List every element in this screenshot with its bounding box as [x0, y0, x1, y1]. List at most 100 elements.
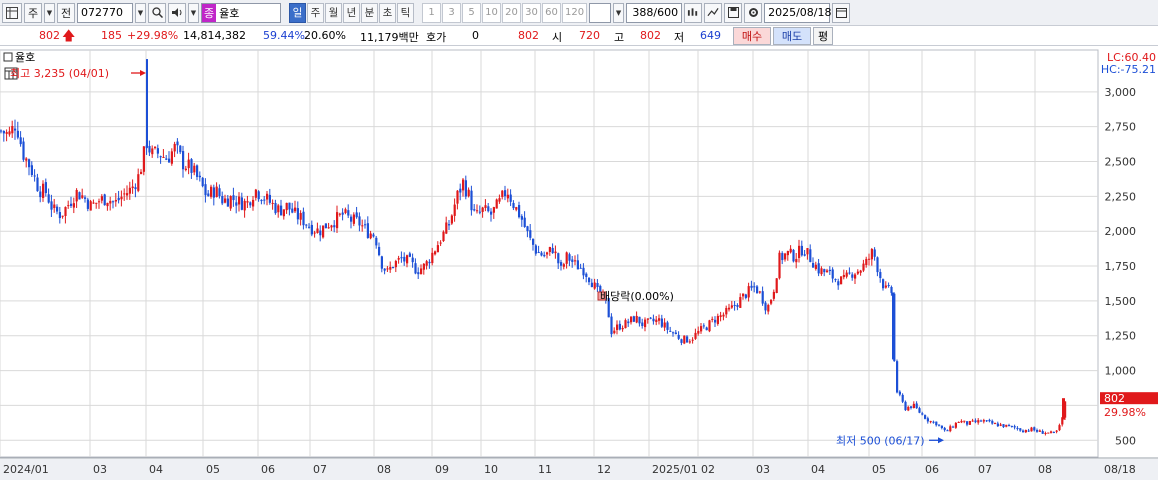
candle-body [464, 180, 467, 197]
candle-body [1036, 430, 1039, 432]
candle-body [215, 186, 218, 198]
candle-body [190, 159, 193, 173]
buy-button[interactable]: 매수 [733, 27, 771, 45]
interval-button[interactable]: 60 [542, 2, 561, 23]
candle-body [350, 216, 353, 222]
y-tick-label: 3,000 [1105, 86, 1137, 99]
candle-body [271, 202, 274, 204]
candle-body [554, 251, 557, 254]
candle-body [758, 291, 761, 293]
candle-body [338, 213, 341, 215]
interval-button[interactable]: 30 [522, 2, 541, 23]
save-icon[interactable] [724, 2, 743, 23]
candle-body [940, 425, 943, 428]
calendar-icon[interactable] [832, 2, 851, 23]
candle-body [173, 143, 176, 152]
candle-body [70, 203, 73, 206]
speaker-icon[interactable] [168, 2, 186, 23]
stock-code-input[interactable]: 072770 [77, 2, 133, 23]
candle-body [1002, 424, 1005, 428]
candle-body [764, 302, 767, 311]
candle-body [19, 137, 22, 145]
candle-body [884, 285, 887, 288]
candle-body [249, 202, 252, 206]
candle-body [476, 210, 479, 212]
candle-body [16, 130, 19, 138]
x-tick-label: 10 [484, 463, 498, 476]
interval-button[interactable]: 20 [502, 2, 521, 23]
candle-body [932, 421, 935, 423]
interval-button[interactable]: 120 [562, 2, 588, 23]
period-button[interactable]: 월 [325, 2, 342, 23]
eval-button[interactable]: 평 [813, 27, 833, 45]
candle-body [1008, 425, 1011, 427]
candle-body [361, 225, 364, 227]
candle-body [134, 187, 137, 190]
candle-body [179, 145, 182, 153]
x-tick-label: 07 [313, 463, 327, 476]
period-button[interactable]: 년 [343, 2, 360, 23]
candle-body [14, 128, 17, 131]
candle-body [25, 158, 28, 161]
chart-settings-icon[interactable] [684, 2, 703, 23]
chart-svg[interactable]: 3,000 2,750 2,500 2,250 2,000 1,750 1,500 1,250… [0, 46, 1158, 480]
candle-body [212, 187, 215, 198]
speaker-dropdown-icon[interactable]: ▼ [188, 2, 199, 23]
period-button[interactable]: 틱 [397, 2, 414, 23]
period-button[interactable]: 분 [361, 2, 378, 23]
candle-body [635, 315, 638, 323]
candle-body [1044, 432, 1047, 434]
y-tick-label: 1,500 [1105, 295, 1137, 308]
candle-body [767, 304, 770, 312]
interval-button[interactable]: 1 [422, 2, 441, 23]
candle-body [854, 274, 857, 279]
candle-body [742, 293, 745, 297]
interval-button[interactable]: 10 [482, 2, 501, 23]
code-dropdown-icon[interactable]: ▼ [135, 2, 146, 23]
price-change: 185 [101, 29, 122, 42]
x-tick-label: 2025/01 [652, 463, 698, 476]
grid-menu-icon[interactable] [2, 2, 22, 23]
candle-body [316, 228, 319, 233]
market-select[interactable]: 주 [24, 2, 42, 23]
interval-dropdown-icon[interactable]: ▼ [613, 2, 625, 23]
candle-body [571, 259, 574, 262]
prev-button[interactable]: 전 [57, 2, 75, 23]
period-button[interactable]: 주 [307, 2, 324, 23]
magnifier-icon[interactable] [148, 2, 166, 23]
candle-body [254, 189, 257, 198]
candle-body [291, 208, 294, 213]
x-tick-label: 06 [925, 463, 939, 476]
candle-body [938, 424, 941, 426]
market-dropdown-icon[interactable]: ▼ [44, 2, 55, 23]
interval-custom-input[interactable] [589, 2, 612, 23]
x-tick-label: 11 [538, 463, 552, 476]
candle-body [728, 307, 731, 310]
drawing-tool-icon[interactable] [704, 2, 723, 23]
candle-body [137, 174, 140, 191]
period-button[interactable]: 초 [379, 2, 396, 23]
candle-body [1010, 425, 1013, 427]
price-chart[interactable]: 3,000 2,750 2,500 2,250 2,000 1,750 1,500 1,250… [0, 46, 1158, 480]
period-button[interactable]: 일 [289, 2, 306, 23]
candle-body [1052, 431, 1055, 433]
candle-body [896, 361, 899, 393]
sell-button[interactable]: 매도 [773, 27, 811, 45]
candle-body [641, 322, 644, 327]
candle-body [229, 196, 232, 209]
stock-name-field[interactable]: 종 율호 [201, 2, 281, 23]
gear-icon[interactable] [744, 2, 763, 23]
candle-body [422, 263, 425, 270]
candle-body [319, 230, 322, 236]
candle-body [688, 341, 691, 343]
bar-count-input[interactable]: 388/600 [626, 2, 683, 23]
date-input[interactable]: 2025/08/18 [764, 2, 832, 23]
low-price: 649 [700, 29, 721, 42]
interval-button[interactable]: 3 [442, 2, 461, 23]
candle-body [994, 423, 997, 425]
candle-body [982, 420, 985, 422]
candle-body [355, 212, 358, 218]
candle-body [260, 199, 263, 202]
interval-button[interactable]: 5 [462, 2, 481, 23]
candle-body [277, 205, 280, 213]
